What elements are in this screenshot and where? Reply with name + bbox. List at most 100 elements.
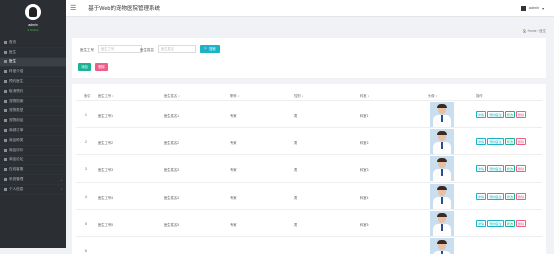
cell-gender: 男 bbox=[294, 140, 298, 145]
doctor-avatar bbox=[430, 156, 454, 181]
edit-button[interactable]: 修改 bbox=[505, 165, 515, 172]
department-icon bbox=[4, 70, 7, 74]
book-doctor-button[interactable]: 预约医生 bbox=[487, 220, 504, 227]
table-row: 2 医生工号2 医生姓名2 专家 男 科室2 详情 预约医生 修改 删除 bbox=[76, 127, 542, 154]
doctor-avatar bbox=[430, 129, 454, 154]
search-panel: 医生工号 医生工号 医生姓名 医生姓名 🔍 搜索 添加 删除 bbox=[72, 38, 546, 78]
review-icon bbox=[4, 148, 7, 152]
sidebar-item-customer-service[interactable]: 在线客服 bbox=[0, 165, 66, 176]
sidebar-item-cancel-appointments[interactable]: 取消预约 bbox=[0, 87, 66, 97]
sidebar-menu: 首页 医生 医生 科室介绍 预约医生 取消预约 宠物档案 宠物类型 宠物用品 商… bbox=[0, 38, 66, 195]
sidebar-item-system[interactable]: 系统管理 ‹ bbox=[0, 175, 66, 185]
column-header-department[interactable]: 科室 ↕ bbox=[360, 93, 369, 98]
doctor-id-input[interactable]: 医生工号 bbox=[98, 45, 142, 53]
remove-button[interactable]: 删除 bbox=[516, 220, 526, 227]
table-row: 4 医生工号4 医生姓名4 专家 男 科室4 详情 预约医生 修改 删除 bbox=[76, 182, 542, 209]
table-row: 6 bbox=[76, 236, 542, 254]
sidebar-item-pet-types[interactable]: 宠物类型 bbox=[0, 107, 66, 117]
cell-title: 专家 bbox=[230, 140, 237, 145]
cell-index: 3 bbox=[85, 166, 87, 171]
cell-dept: 科室3 bbox=[360, 167, 369, 172]
cell-id: 医生工号4 bbox=[98, 195, 114, 200]
breadcrumb: 🏠 Home › 医生 bbox=[522, 29, 546, 33]
sidebar-item-product-reviews[interactable]: 商品评价 bbox=[0, 146, 66, 156]
doctor-avatar bbox=[430, 184, 454, 209]
detail-button[interactable]: 详情 bbox=[476, 165, 486, 172]
cell-name: 医生姓名5 bbox=[164, 222, 180, 227]
cell-name: 医生姓名2 bbox=[164, 140, 180, 145]
detail-button[interactable]: 详情 bbox=[476, 111, 486, 118]
sidebar-item-orders[interactable]: 商城订单 bbox=[0, 126, 66, 136]
cell-dept: 科室2 bbox=[360, 140, 369, 145]
delete-button[interactable]: 删除 bbox=[95, 63, 108, 71]
sidebar-item-pet-supplies[interactable]: 宠物用品 bbox=[0, 116, 66, 127]
sidebar-item-appointments[interactable]: 预约医生 bbox=[0, 77, 66, 87]
add-button[interactable]: 添加 bbox=[78, 63, 91, 71]
sidebar-item-profile[interactable]: 个人信息 ‹ bbox=[0, 185, 66, 195]
avatar[interactable] bbox=[25, 4, 41, 20]
user-icon bbox=[520, 5, 526, 11]
column-header-gender[interactable]: 性别 ↕ bbox=[294, 93, 303, 98]
doctor-avatar bbox=[430, 211, 454, 236]
table-row: 3 医生工号3 医生姓名3 专家 男 科室3 详情 预约医生 修改 删除 bbox=[76, 154, 542, 181]
doctor-icon bbox=[4, 60, 7, 64]
column-header-doctor-id[interactable]: 医生工号 ↕ bbox=[98, 93, 114, 98]
doctor-name-input[interactable]: 医生姓名 bbox=[158, 45, 196, 53]
doctor-name-label: 医生姓名 bbox=[140, 48, 154, 52]
cancel-icon bbox=[4, 89, 7, 93]
cell-title: 专家 bbox=[230, 113, 237, 118]
detail-button[interactable]: 详情 bbox=[476, 220, 486, 227]
remove-button[interactable]: 删除 bbox=[516, 165, 526, 172]
order-icon bbox=[4, 129, 7, 133]
cell-index: 5 bbox=[85, 221, 87, 226]
cell-gender: 男 bbox=[294, 195, 298, 200]
edit-button[interactable]: 修改 bbox=[505, 138, 515, 145]
chevron-down-icon: ▾ bbox=[542, 6, 544, 11]
detail-button[interactable]: 详情 bbox=[476, 138, 486, 145]
book-doctor-button[interactable]: 预约医生 bbox=[487, 138, 504, 145]
chevron-left-icon: ‹ bbox=[61, 187, 62, 192]
edit-button[interactable]: 修改 bbox=[505, 220, 515, 227]
sidebar-item-doctor-group[interactable]: 医生 bbox=[0, 48, 66, 58]
app-title: 基于Web的宠物医院管理系统 bbox=[88, 6, 160, 12]
cell-gender: 男 bbox=[294, 222, 298, 227]
cell-id: 医生工号1 bbox=[98, 113, 114, 118]
table-row: 5 医生工号5 医生姓名5 专家 男 科室5 详情 预约医生 修改 删除 bbox=[76, 209, 542, 236]
sidebar-item-product-categories[interactable]: 商品种类 bbox=[0, 136, 66, 146]
search-button[interactable]: 🔍 搜索 bbox=[200, 45, 220, 53]
remove-button[interactable]: 删除 bbox=[516, 193, 526, 200]
book-doctor-button[interactable]: 预约医生 bbox=[487, 193, 504, 200]
edit-button[interactable]: 修改 bbox=[505, 193, 515, 200]
table-panel: 索引 医生工号 ↕ 医生姓名 ↕ 职称 ↕ 性别 ↕ 科室 ↕ 头像 ↕ 操作 … bbox=[72, 84, 546, 254]
book-doctor-button[interactable]: 预约医生 bbox=[487, 111, 504, 118]
doctor-id-label: 医生工号 bbox=[80, 48, 94, 52]
edit-button[interactable]: 修改 bbox=[505, 111, 515, 118]
sidebar-item-doctor[interactable]: 医生 bbox=[0, 57, 66, 68]
remove-button[interactable]: 删除 bbox=[516, 111, 526, 118]
cell-name: 医生姓名4 bbox=[164, 195, 180, 200]
settings-icon bbox=[4, 178, 7, 182]
sidebar-item-forum[interactable]: 商品论坛 bbox=[0, 156, 66, 166]
cell-id: 医生工号3 bbox=[98, 167, 114, 172]
user-menu[interactable]: admin ▾ bbox=[520, 5, 544, 11]
book-doctor-button[interactable]: 预约医生 bbox=[487, 165, 504, 172]
column-header-title[interactable]: 职称 ↕ bbox=[230, 93, 239, 98]
column-header-index: 索引 bbox=[84, 94, 91, 98]
column-header-avatar[interactable]: 头像 ↕ bbox=[428, 93, 437, 98]
remove-button[interactable]: 删除 bbox=[516, 138, 526, 145]
cell-title: 专家 bbox=[230, 222, 237, 227]
top-bar: ☰ 基于Web的宠物医院管理系统 admin ▾ bbox=[66, 0, 554, 17]
detail-button[interactable]: 详情 bbox=[476, 193, 486, 200]
cell-index: 1 bbox=[85, 112, 87, 117]
cell-name: 医生姓名3 bbox=[164, 167, 180, 172]
sidebar-item-pet-records[interactable]: 宠物档案 bbox=[0, 97, 66, 107]
appointment-icon bbox=[4, 80, 7, 84]
table-row: 1 医生工号1 医生姓名1 专家 男 科室1 详情 预约医生 修改 删除 bbox=[76, 100, 542, 127]
sidebar-item-home[interactable]: 首页 bbox=[0, 38, 66, 48]
profile: admin ● Online bbox=[0, 0, 66, 38]
menu-toggle-icon[interactable]: ☰ bbox=[70, 4, 76, 12]
sidebar-item-departments[interactable]: 科室介绍 bbox=[0, 67, 66, 78]
column-header-doctor-name[interactable]: 医生姓名 ↕ bbox=[164, 93, 180, 98]
cell-name: 医生姓名1 bbox=[164, 113, 180, 118]
category-icon bbox=[4, 138, 7, 142]
